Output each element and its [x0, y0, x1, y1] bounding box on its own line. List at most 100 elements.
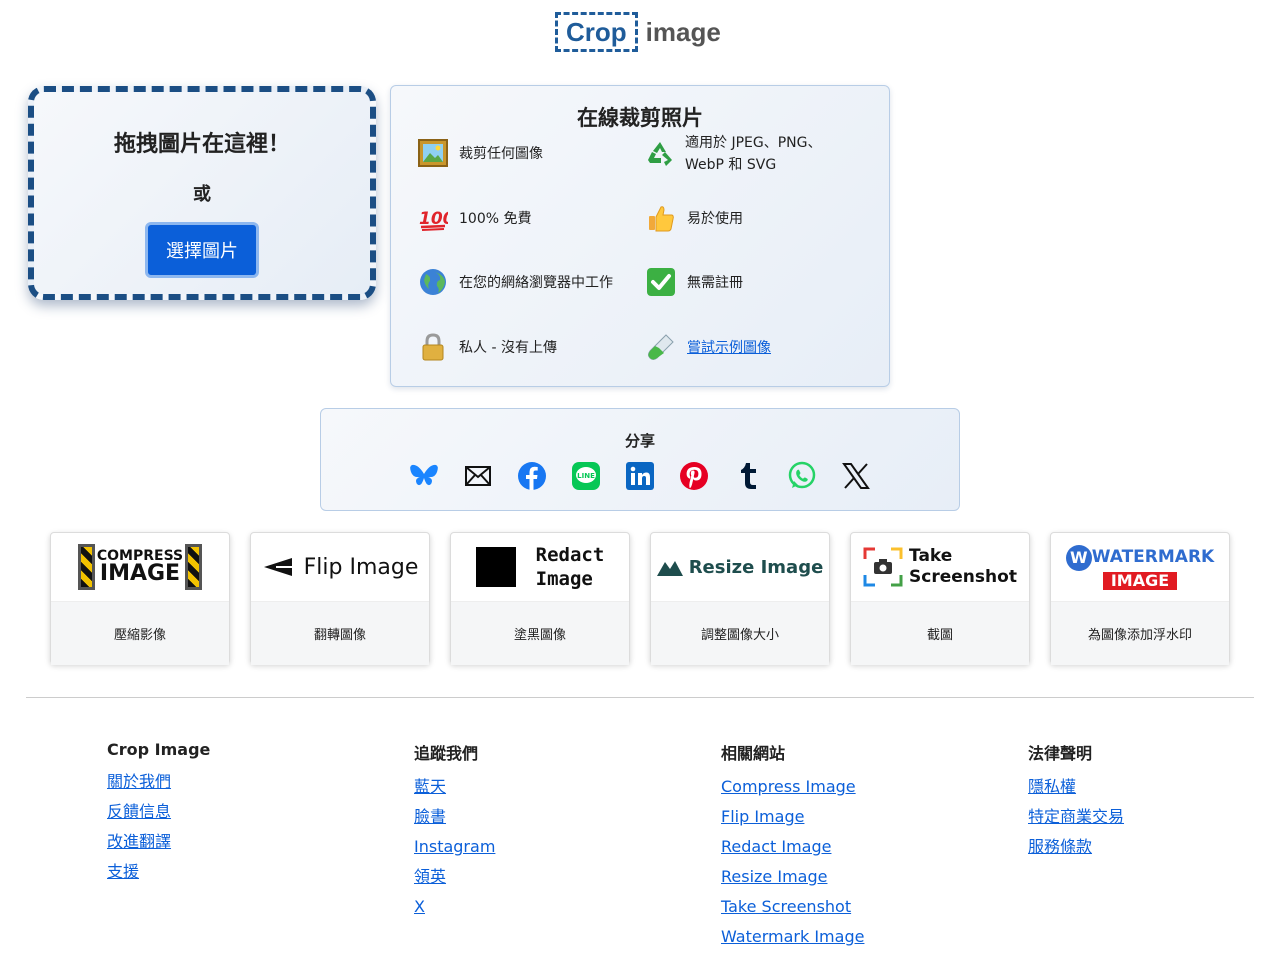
footer-link-take-screenshot[interactable]: Take Screenshot	[721, 896, 864, 917]
thumbs-up-icon	[645, 202, 677, 234]
screenshot-logo-line2: Screenshot	[909, 567, 1017, 587]
footer-link-instagram[interactable]: Instagram	[414, 836, 495, 857]
feature-no-signup: 無需註冊	[645, 266, 743, 298]
globe-icon	[417, 266, 449, 298]
bluesky-icon[interactable]	[407, 459, 441, 493]
footer-link-flip-image[interactable]: Flip Image	[721, 806, 864, 827]
feature-text: 適用於 JPEG、PNG、WebP 和 SVG	[685, 135, 822, 173]
footer-link-resize-image[interactable]: Resize Image	[721, 866, 864, 887]
pinterest-icon[interactable]	[677, 459, 711, 493]
tool-card-redact[interactable]: Redact Image 塗黑圖像	[450, 532, 630, 665]
footer-link-commercial[interactable]: 特定商業交易	[1028, 806, 1124, 827]
email-icon[interactable]	[461, 459, 495, 493]
dropzone-title: 拖拽圖片在這裡！	[113, 132, 290, 157]
framed-picture-icon	[417, 137, 449, 169]
footer-link-bluesky[interactable]: 藍天	[414, 776, 495, 797]
feature-crop-any: 裁剪任何圖像	[417, 137, 543, 169]
choose-image-button[interactable]: 選擇圖片	[145, 222, 259, 278]
line-icon[interactable]: LINE	[569, 459, 603, 493]
tool-card-resize[interactable]: Resize Image 調整圖像大小	[650, 532, 830, 665]
tool-card-label: 壓縮影像	[51, 601, 229, 665]
dropzone-or: 或	[193, 184, 211, 205]
features-title: 在線裁剪照片	[577, 106, 703, 130]
footer-col-legal: 法律聲明 隱私權 特定商業交易 服務條款	[1028, 740, 1124, 866]
feature-easy: 易於使用	[645, 202, 743, 234]
feature-text: 無需註冊	[687, 275, 743, 291]
facebook-icon[interactable]	[515, 459, 549, 493]
image-dropzone[interactable]: 拖拽圖片在這裡！ 或 選擇圖片	[28, 86, 376, 300]
resize-image-logo: Resize Image	[651, 533, 829, 601]
footer-col-crop-image: Crop Image 關於我們 反饋信息 改進翻譯 支援	[107, 740, 210, 891]
footer-link-facebook[interactable]: 臉書	[414, 806, 495, 827]
site-logo[interactable]: Crop image	[555, 12, 721, 52]
feature-text: 易於使用	[687, 211, 743, 227]
redact-logo-line2: Image	[535, 568, 593, 590]
svg-text:LINE: LINE	[577, 472, 595, 480]
footer-link-redact-image[interactable]: Redact Image	[721, 836, 864, 857]
footer-link-x[interactable]: X	[414, 896, 495, 917]
tool-card-label: 塗黑圖像	[451, 601, 629, 665]
footer-col-title: Crop Image	[107, 740, 211, 759]
flip-image-logo: Flip Image	[251, 533, 429, 601]
watermark-logo-line1: WATERMARK	[1091, 547, 1215, 567]
features-panel: 在線裁剪照片 裁剪任何圖像 適用於 JPEG、PNG、WebP 和 SVG 10…	[390, 85, 890, 387]
footer-link-support[interactable]: 支援	[107, 861, 210, 882]
recycle-icon	[645, 138, 675, 170]
feature-formats: 適用於 JPEG、PNG、WebP 和 SVG	[645, 132, 845, 176]
tool-card-label: 調整圖像大小	[651, 601, 829, 665]
watermark-image-logo: W WATERMARK IMAGE	[1051, 533, 1229, 601]
watermark-logo-line2: IMAGE	[1102, 571, 1178, 590]
footer-link-privacy[interactable]: 隱私權	[1028, 776, 1124, 797]
sample-image-link[interactable]: 嘗試示例圖像	[687, 337, 771, 357]
tumblr-icon[interactable]	[731, 459, 765, 493]
footer-link-translation[interactable]: 改進翻譯	[107, 831, 210, 852]
tool-card-watermark[interactable]: W WATERMARK IMAGE 為圖像添加浮水印	[1050, 532, 1230, 665]
footer-col-title: 法律聲明	[1028, 744, 1093, 763]
linkedin-icon[interactable]	[623, 459, 657, 493]
redact-square-icon	[475, 547, 516, 587]
check-mark-icon	[645, 266, 677, 298]
feature-text: 在您的網絡瀏覽器中工作	[459, 275, 613, 291]
logo-crop-text: Crop	[555, 12, 638, 52]
test-tube-icon	[645, 331, 677, 363]
share-title: 分享	[624, 432, 655, 450]
share-panel: 分享 LINE	[320, 408, 960, 511]
feature-text: 私人 - 沒有上傳	[459, 340, 557, 356]
footer-link-compress-image[interactable]: Compress Image	[721, 776, 864, 797]
logo-image-text: image	[645, 16, 721, 47]
footer-col-title: 追蹤我們	[414, 744, 479, 763]
footer-col-title: 相關網站	[721, 744, 786, 763]
footer-link-linkedin[interactable]: 領英	[414, 866, 495, 887]
footer-col-follow: 追蹤我們 藍天 臉書 Instagram 領英 X	[414, 740, 495, 926]
footer-link-feedback[interactable]: 反饋信息	[107, 801, 210, 822]
footer-col-related: 相關網站 Compress Image Flip Image Redact Im…	[721, 740, 864, 956]
screenshot-frame-icon	[863, 547, 903, 587]
mountain-icon	[656, 561, 683, 576]
resize-logo-text: Resize Image	[688, 556, 824, 578]
feature-text: 100% 免費	[459, 211, 532, 227]
footer-divider	[26, 697, 1254, 698]
hundred-points-icon: 100	[417, 202, 449, 234]
feature-text: 裁剪任何圖像	[459, 146, 543, 162]
feature-sample[interactable]: 嘗試示例圖像	[645, 331, 771, 363]
x-icon[interactable]	[839, 459, 873, 493]
feature-private: 私人 - 沒有上傳	[417, 331, 557, 363]
flip-logo-text: Flip Image	[303, 554, 419, 580]
feature-browser: 在您的網絡瀏覽器中工作	[417, 266, 613, 298]
tool-card-label: 為圖像添加浮水印	[1051, 601, 1229, 665]
footer-link-terms[interactable]: 服務條款	[1028, 836, 1124, 857]
compress-image-logo: COMPRESS IMAGE	[51, 533, 229, 601]
redact-logo-line1: Redact	[535, 544, 605, 566]
tool-card-label: 截圖	[851, 601, 1029, 665]
redact-image-logo: Redact Image	[451, 533, 629, 601]
watermark-badge-icon: W	[1065, 544, 1092, 571]
footer-link-about[interactable]: 關於我們	[107, 771, 210, 792]
compress-logo-line2: IMAGE	[99, 561, 181, 586]
whatsapp-icon[interactable]	[785, 459, 819, 493]
footer-link-watermark-image[interactable]: Watermark Image	[721, 926, 864, 947]
take-screenshot-logo: Take Screenshot	[851, 533, 1029, 601]
tool-card-flip[interactable]: Flip Image 翻轉圖像	[250, 532, 430, 665]
flip-arrow-icon	[263, 558, 292, 576]
tool-card-compress[interactable]: COMPRESS IMAGE 壓縮影像	[50, 532, 230, 665]
tool-card-screenshot[interactable]: Take Screenshot 截圖	[850, 532, 1030, 665]
